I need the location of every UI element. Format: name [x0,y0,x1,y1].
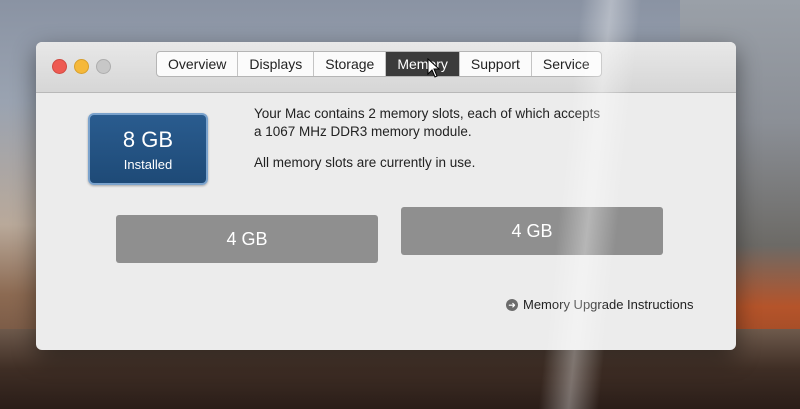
tab-displays[interactable]: Displays [238,52,315,76]
tab-memory[interactable]: Memory [386,52,460,76]
pointer-cursor-icon [427,58,441,78]
memory-slot-1: 4 GB [116,215,378,263]
tab-support[interactable]: Support [460,52,532,76]
installed-memory-badge: 8 GB Installed [88,113,208,185]
installed-memory-label: Installed [123,157,173,172]
memory-status: All memory slots are currently in use. [254,155,476,170]
zoom-button[interactable] [96,59,111,74]
tab-bar: Overview Displays Storage Memory Support… [156,51,602,77]
tab-overview[interactable]: Overview [157,52,239,76]
memory-slot-2: 4 GB [401,207,663,255]
tab-storage[interactable]: Storage [314,52,387,76]
memory-panel: 8 GB Installed Your Mac contains 2 memor… [36,93,736,350]
close-button[interactable] [52,59,67,74]
installed-memory-size: 8 GB [122,127,174,152]
arrow-circle-icon: ➜ [506,298,518,311]
minimize-button[interactable] [74,59,89,74]
